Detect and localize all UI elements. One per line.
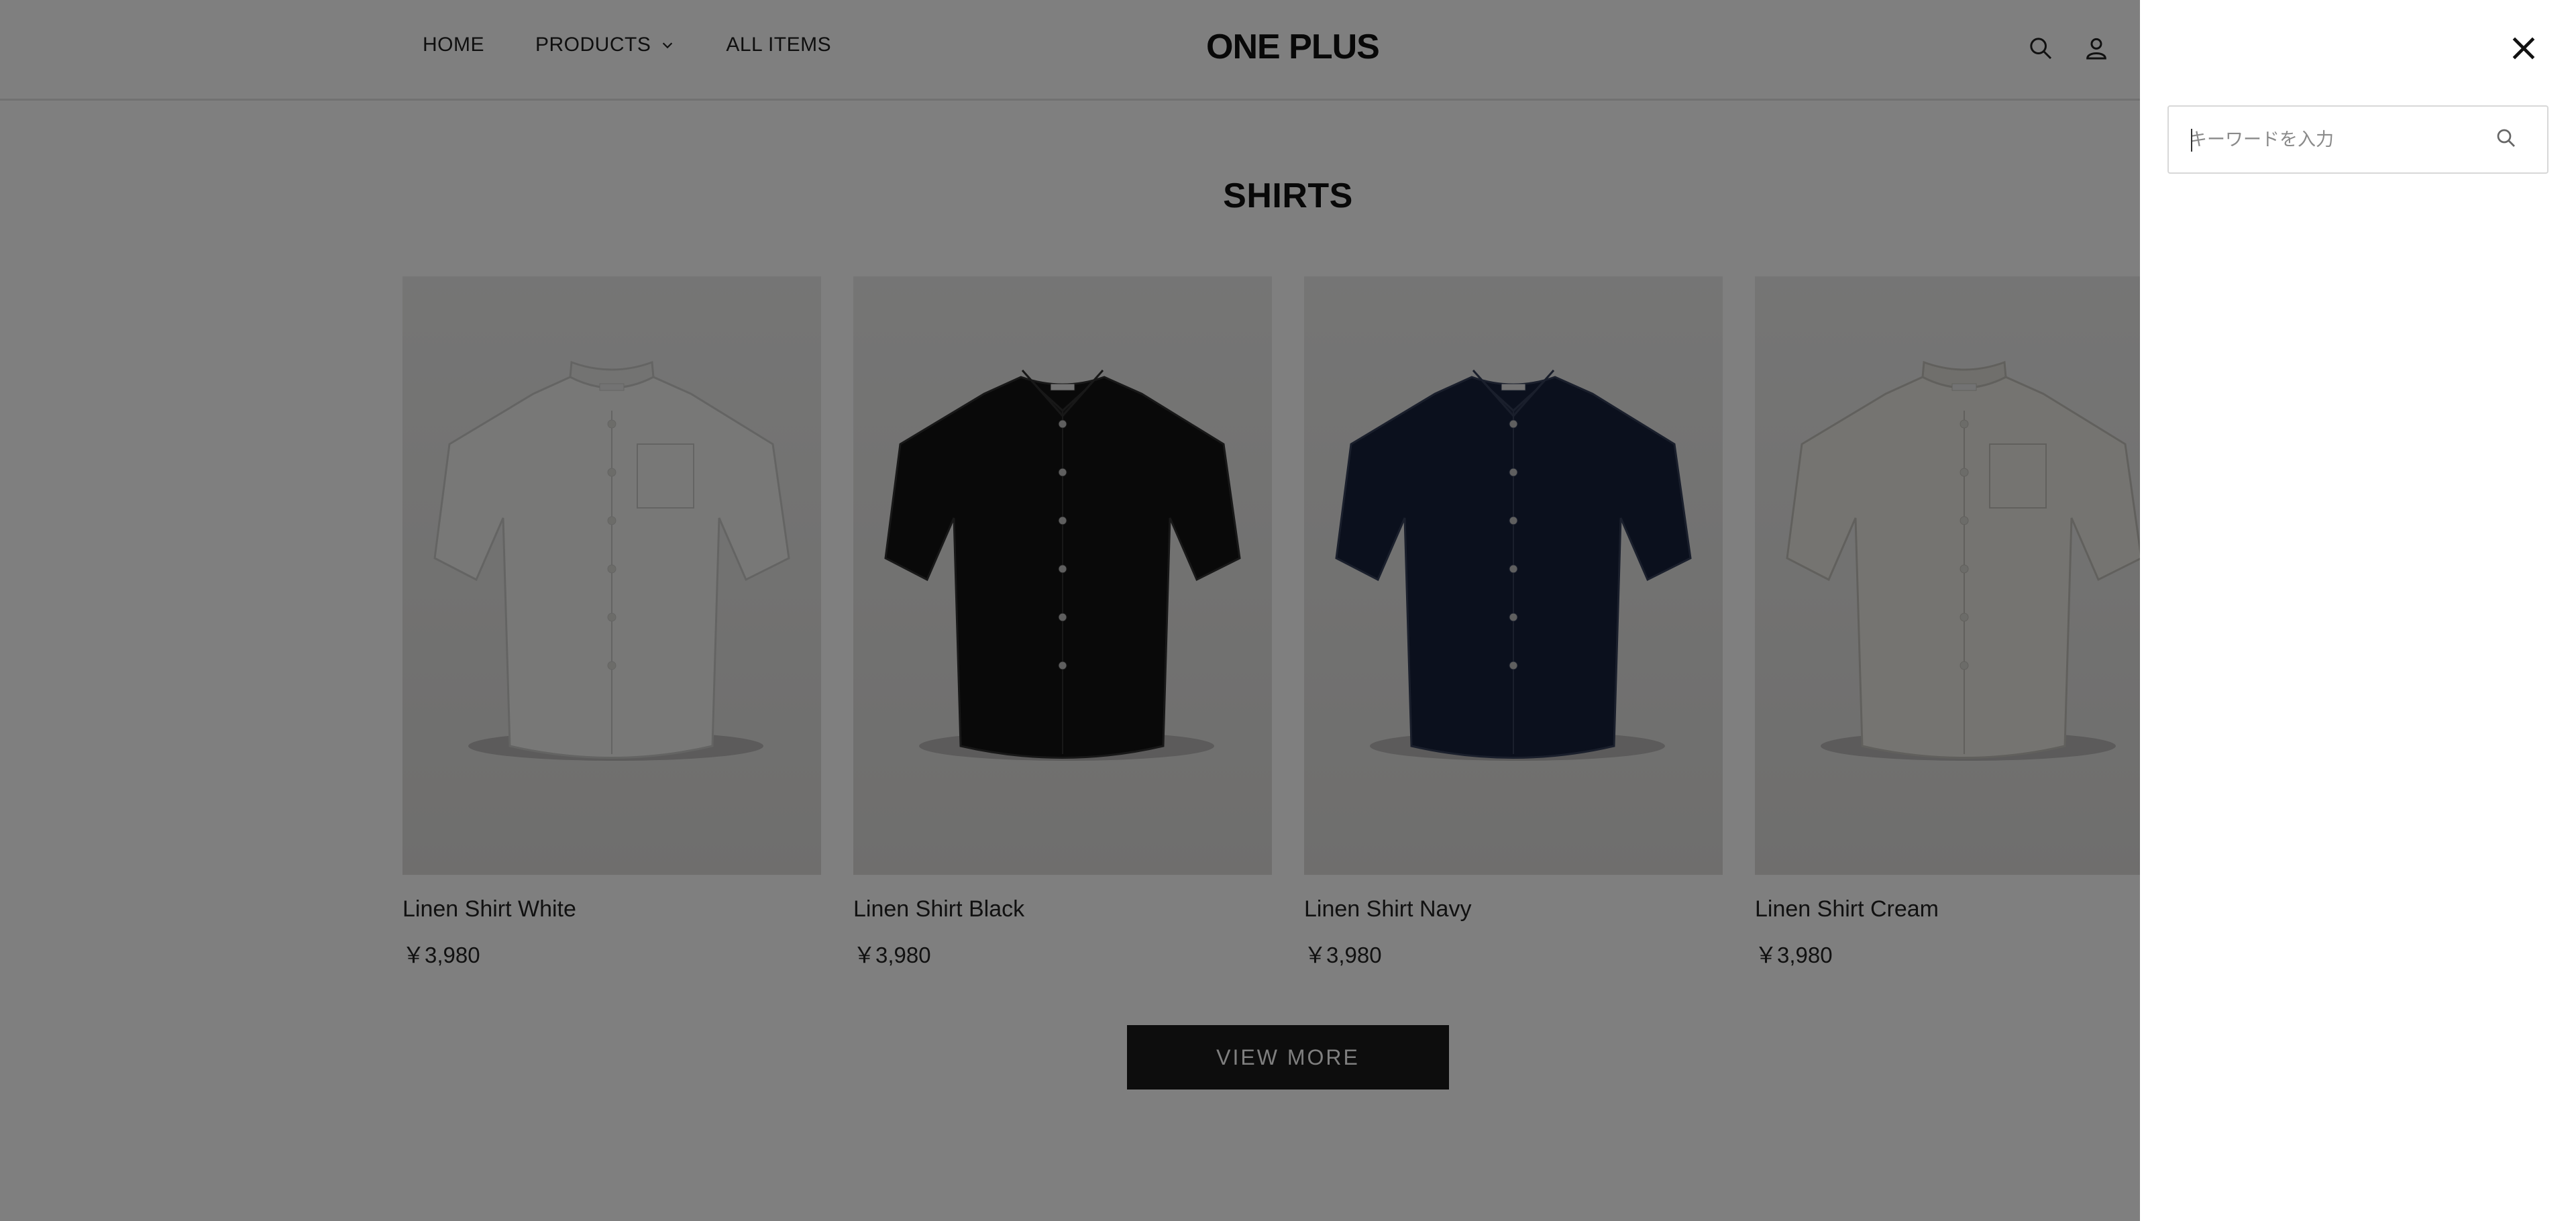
search-box <box>2167 105 2548 174</box>
search-input[interactable] <box>2189 119 2498 160</box>
search-drawer <box>2140 0 2576 1221</box>
text-cursor <box>2191 129 2192 152</box>
close-icon[interactable] <box>2509 34 2538 63</box>
search-icon[interactable] <box>2494 126 2518 150</box>
